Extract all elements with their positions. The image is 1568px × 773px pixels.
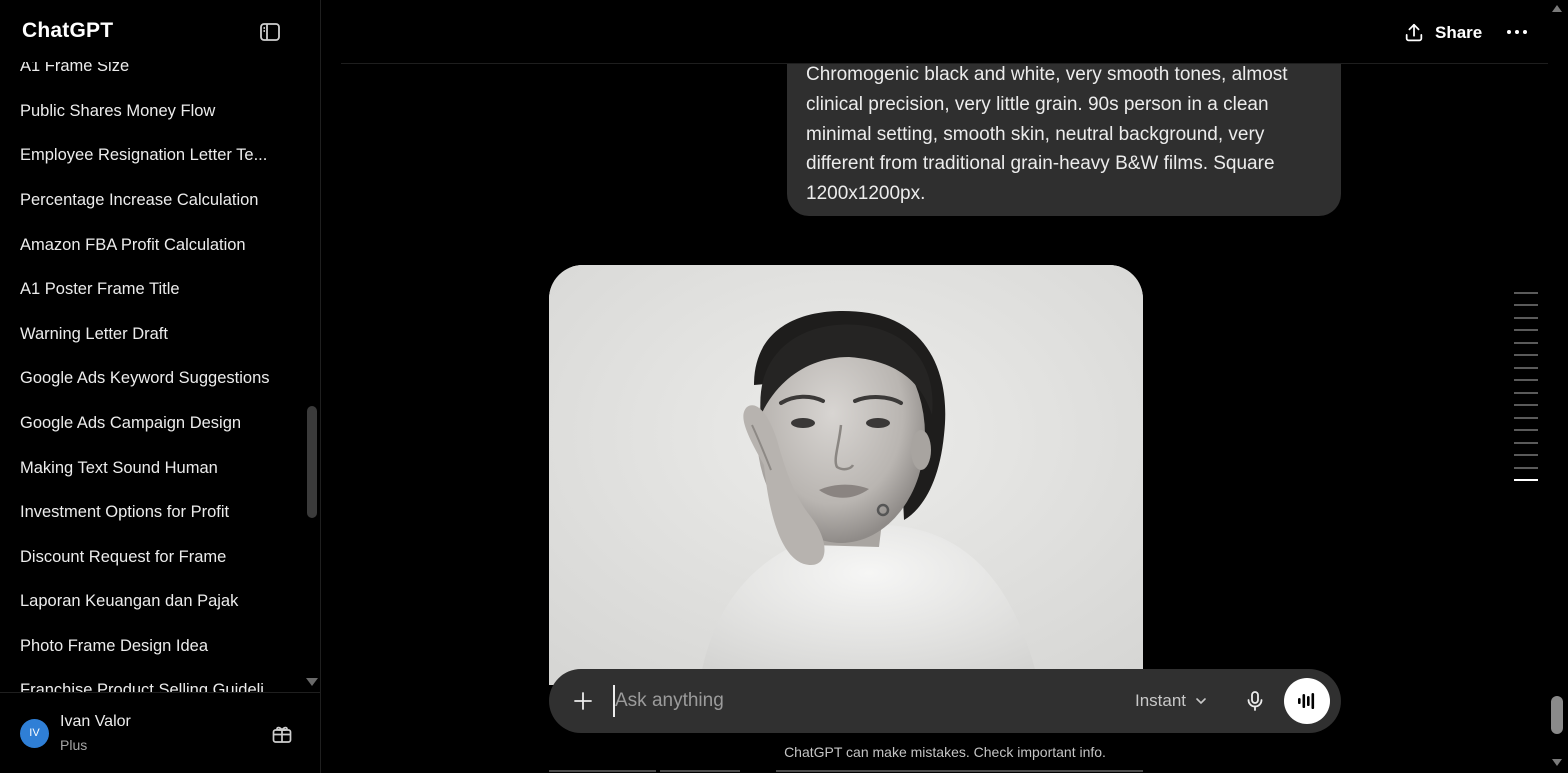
microphone-icon[interactable]	[1243, 689, 1267, 713]
divider	[660, 770, 740, 772]
voice-waveform-icon	[1298, 693, 1315, 709]
chat-item[interactable]: Warning Letter Draft	[20, 312, 300, 356]
main-scroll-down-arrow[interactable]	[1552, 759, 1562, 766]
chat-item[interactable]: Public Shares Money Flow	[20, 89, 300, 133]
account-menu[interactable]: IV Ivan Valor Plus	[0, 692, 320, 773]
prompt-input[interactable]	[613, 685, 1093, 717]
gift-icon[interactable]	[270, 722, 294, 746]
chat-item[interactable]: Google Ads Campaign Design	[20, 401, 300, 445]
user-plan: Plus	[60, 737, 88, 753]
model-selector-label: Instant	[1135, 691, 1187, 710]
avatar: IV	[20, 719, 49, 748]
add-attachment-icon[interactable]	[571, 689, 595, 713]
sidebar-toggle-icon[interactable]	[258, 20, 282, 44]
main-scrollbar-thumb[interactable]	[1551, 696, 1563, 734]
share-icon	[1405, 23, 1423, 42]
user-message-bubble: Chromogenic black and white, very smooth…	[787, 40, 1341, 216]
divider	[776, 770, 1143, 772]
chat-item[interactable]: Percentage Increase Calculation	[20, 178, 300, 222]
message-composer: Instant	[549, 669, 1341, 733]
user-message-text: Chromogenic black and white, very smooth…	[806, 64, 1288, 205]
conversation-header: Share	[341, 0, 1548, 64]
chat-item[interactable]: Laporan Keuangan dan Pajak	[20, 579, 300, 623]
chat-item[interactable]: Discount Request for Frame	[20, 535, 300, 579]
brand-logo-text[interactable]: ChatGPT	[22, 19, 113, 43]
sidebar-header: ChatGPT	[0, 0, 320, 62]
share-button[interactable]: Share	[1403, 19, 1482, 47]
disclaimer-text: ChatGPT can make mistakes. Check importa…	[784, 744, 1106, 760]
chat-item[interactable]: Google Ads Keyword Suggestions	[20, 356, 300, 400]
user-name: Ivan Valor	[60, 713, 131, 730]
chat-history-list: A1 Frame Size Public Shares Money Flow E…	[0, 44, 305, 692]
generated-image[interactable]	[549, 265, 1143, 685]
share-label: Share	[1435, 23, 1483, 42]
chat-item[interactable]: Amazon FBA Profit Calculation	[20, 223, 300, 267]
sidebar-scrollbar-thumb[interactable]	[307, 406, 317, 518]
voice-mode-button[interactable]	[1284, 678, 1330, 724]
chat-item[interactable]: Investment Options for Profit	[20, 490, 300, 534]
chat-item[interactable]: Making Text Sound Human	[20, 446, 300, 490]
chat-item[interactable]: Franchise Product Selling Guideli...	[20, 668, 300, 692]
more-options-icon[interactable]	[1504, 20, 1530, 44]
chat-item[interactable]: Employee Resignation Letter Te...	[20, 133, 300, 177]
chat-item[interactable]: A1 Poster Frame Title	[20, 267, 300, 311]
chat-item[interactable]: Photo Frame Design Idea	[20, 624, 300, 668]
conversation-minimap[interactable]	[1514, 292, 1538, 484]
model-selector[interactable]: Instant	[1135, 689, 1208, 713]
main-scroll-up-arrow[interactable]	[1552, 5, 1562, 12]
sidebar: ChatGPT A1 Frame Size Public Shares Mone…	[0, 0, 321, 773]
divider	[549, 770, 656, 772]
chevron-down-icon	[1196, 698, 1206, 705]
portrait-image	[549, 265, 1143, 685]
sidebar-scroll-down-arrow[interactable]	[306, 678, 318, 686]
